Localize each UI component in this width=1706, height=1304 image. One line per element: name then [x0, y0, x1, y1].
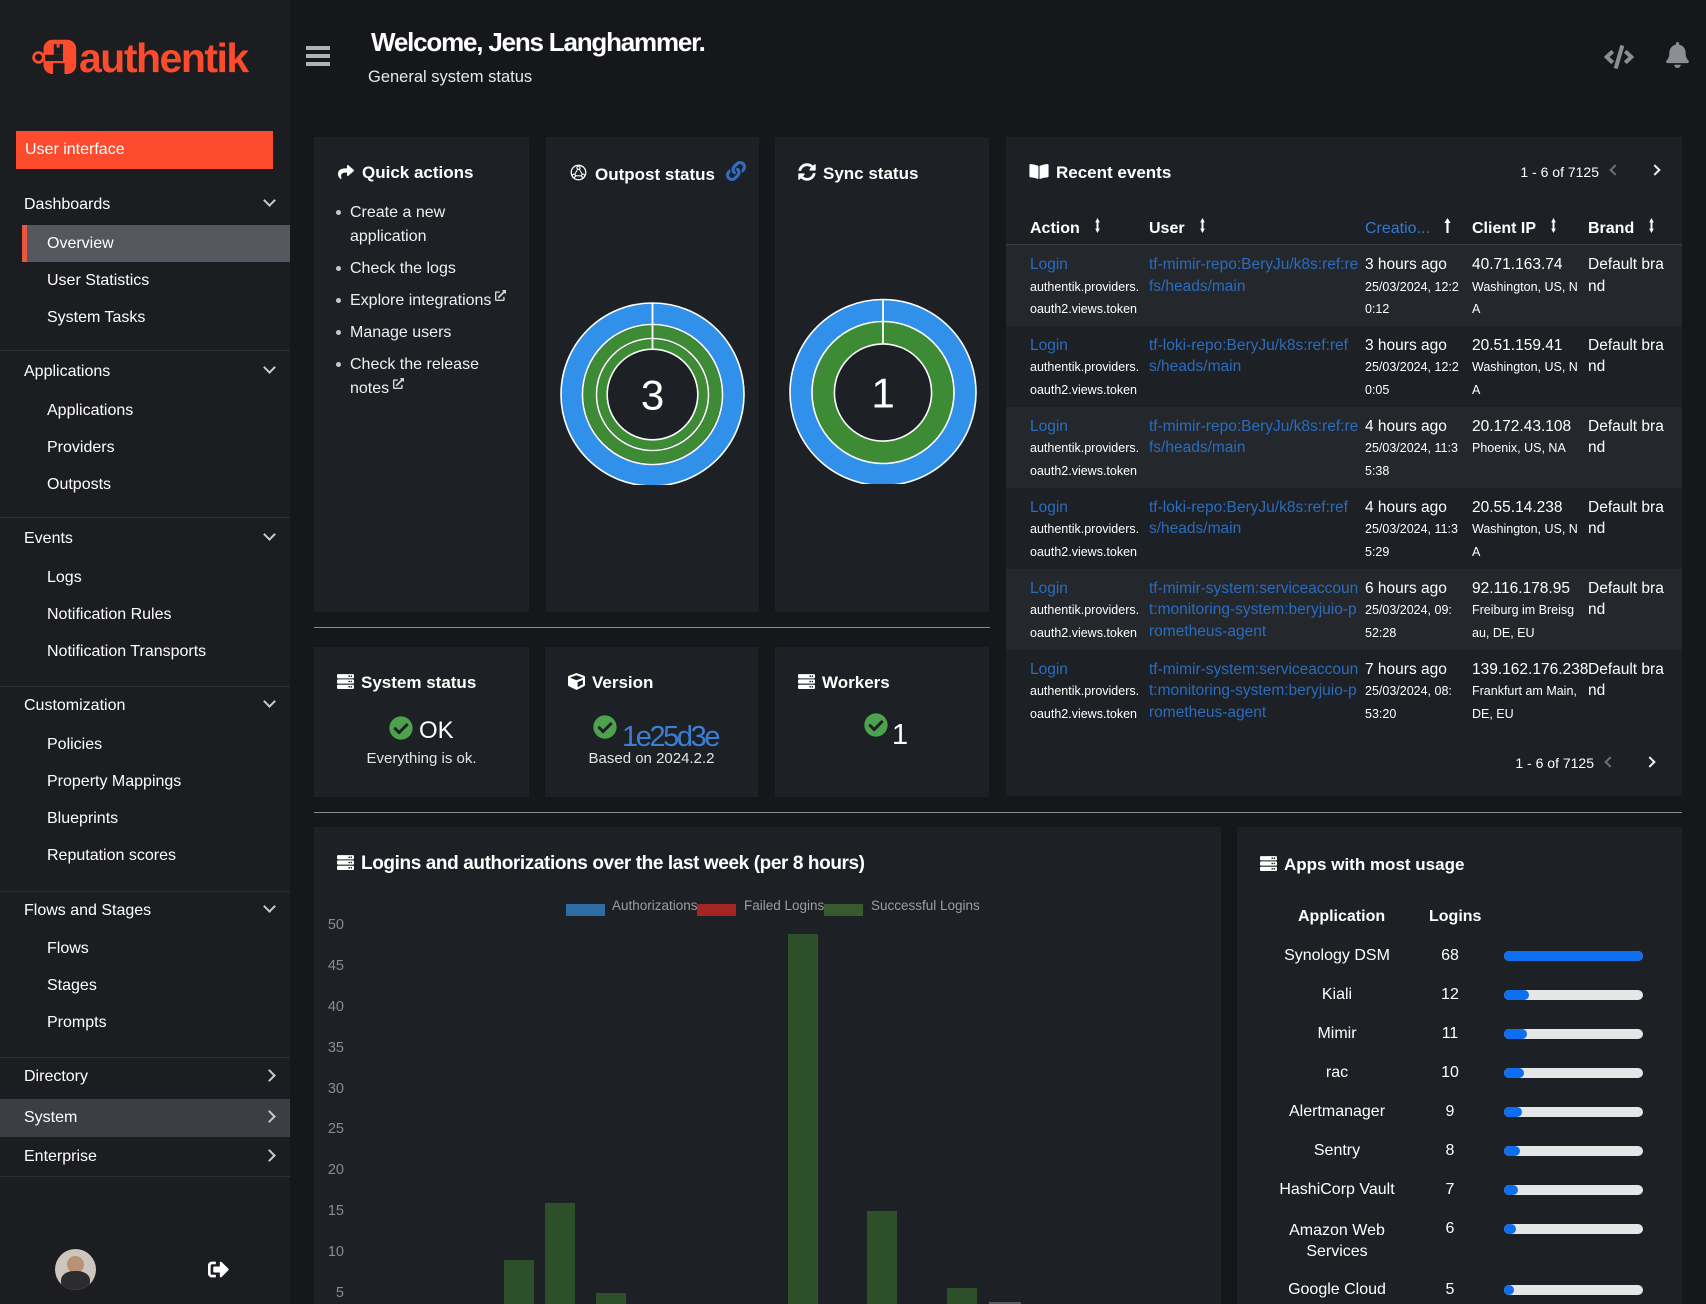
svg-text:1: 1: [871, 370, 894, 417]
svg-text:3: 3: [641, 372, 664, 419]
svg-text:authentik: authentik: [79, 35, 249, 80]
